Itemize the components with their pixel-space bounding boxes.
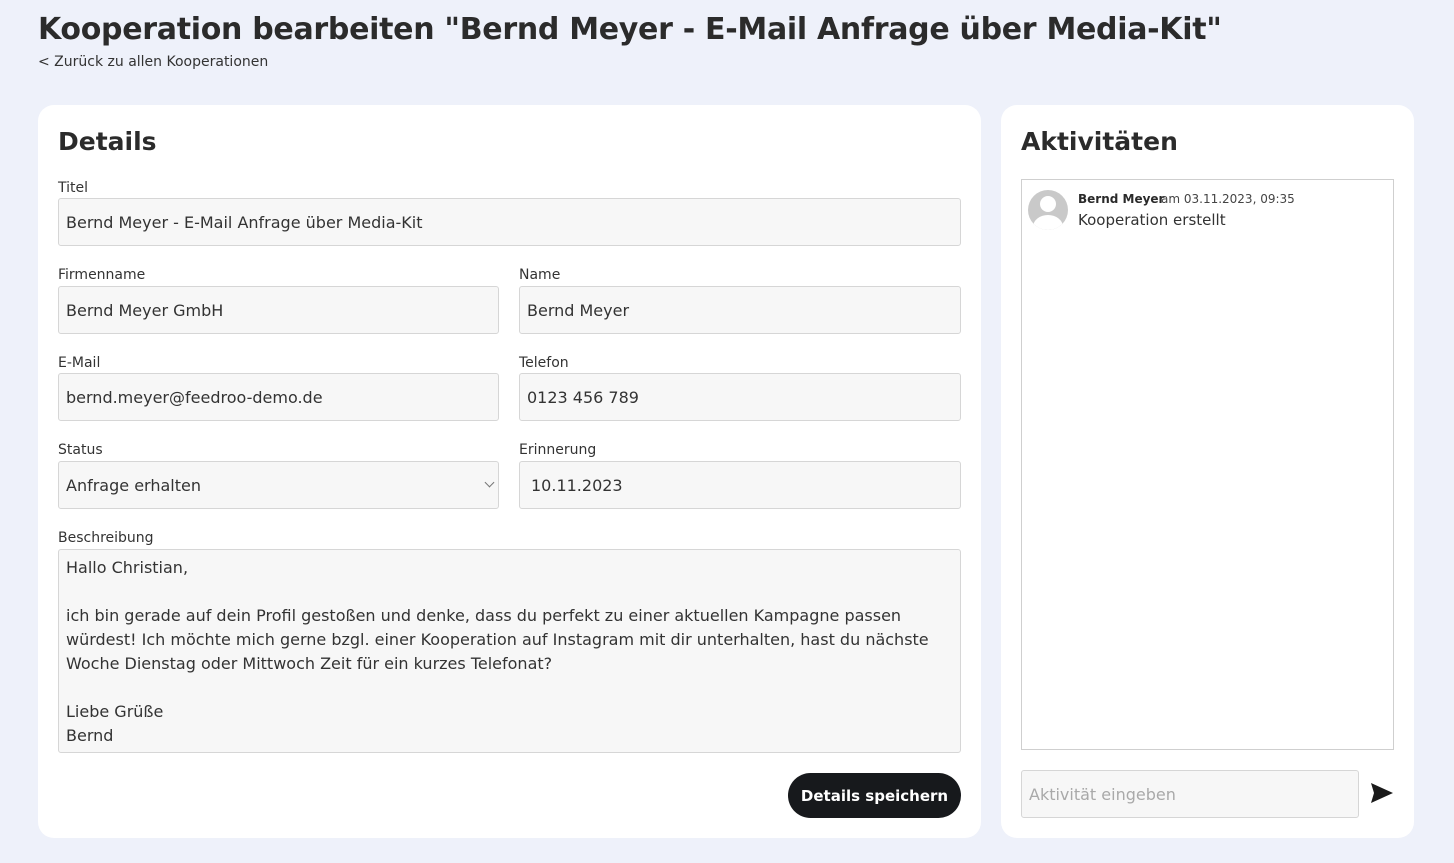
send-activity-button[interactable] <box>1365 781 1399 807</box>
description-textarea[interactable]: Hallo Christian, ich bin gerade auf dein… <box>58 549 961 753</box>
email-label: E-Mail <box>58 355 101 371</box>
details-heading: Details <box>58 127 157 156</box>
details-card: Details Titel Firmenname Name E-Mail Tel… <box>38 105 981 838</box>
reminder-label: Erinnerung <box>519 442 597 458</box>
activity-author: Bernd Meyer <box>1078 192 1165 206</box>
page-title: Kooperation bearbeiten "Bernd Meyer - E-… <box>38 12 1222 47</box>
activity-date: am 03.11.2023, 09:35 <box>1161 192 1295 206</box>
activities-heading: Aktivitäten <box>1021 127 1178 156</box>
name-input[interactable] <box>519 286 961 334</box>
activities-card: Aktivitäten Bernd Meyer am 03.11.2023, 0… <box>1001 105 1414 838</box>
name-label: Name <box>519 267 561 283</box>
title-input[interactable] <box>58 198 961 246</box>
save-details-button[interactable]: Details speichern <box>788 773 961 818</box>
reminder-date-input[interactable] <box>519 461 961 509</box>
back-to-cooperations-link[interactable]: < Zurück zu allen Kooperationen <box>38 54 268 70</box>
company-input[interactable] <box>58 286 499 334</box>
phone-input[interactable] <box>519 373 961 421</box>
activity-input[interactable] <box>1021 770 1359 818</box>
activity-list[interactable]: Bernd Meyer am 03.11.2023, 09:35 Koopera… <box>1021 179 1394 750</box>
email-input[interactable] <box>58 373 499 421</box>
phone-label: Telefon <box>519 355 569 371</box>
status-label: Status <box>58 442 103 458</box>
activity-text: Kooperation erstellt <box>1078 211 1226 229</box>
send-icon <box>1371 782 1393 803</box>
company-label: Firmenname <box>58 267 146 283</box>
title-label: Titel <box>58 180 89 196</box>
user-avatar-icon <box>1028 190 1068 230</box>
activity-item: Bernd Meyer am 03.11.2023, 09:35 Koopera… <box>1028 190 1388 234</box>
status-select-value[interactable]: Anfrage erhalten <box>58 461 499 509</box>
status-select[interactable]: Anfrage erhalten <box>58 461 499 509</box>
description-label: Beschreibung <box>58 530 154 546</box>
